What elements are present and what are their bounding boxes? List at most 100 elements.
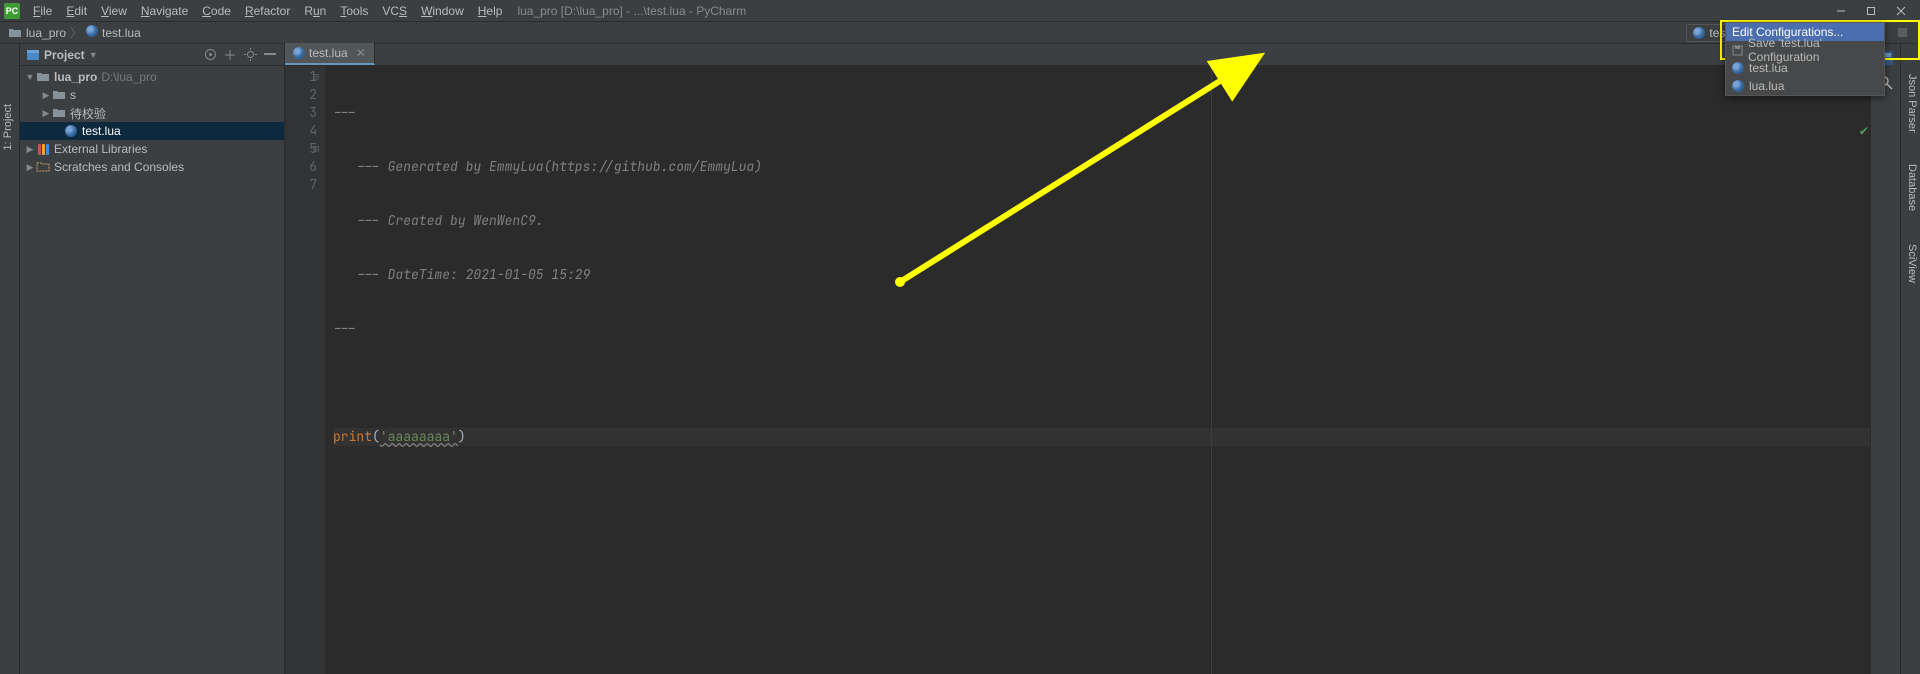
dropdown-config-lualua[interactable]: lua.lua [1726,77,1884,95]
code-area[interactable]: ⊟--- --- Generated by EmmyLua(https://gi… [325,66,1870,674]
tool-window-database[interactable]: Database [1906,164,1918,211]
menu-help[interactable]: Help [471,4,510,18]
close-button[interactable] [1886,0,1916,22]
tree-file-testlua-label: test.lua [82,124,121,138]
line-number: 4 [285,122,317,140]
save-icon [1732,45,1743,56]
chevron-down-icon[interactable]: ▼ [89,50,98,60]
tree-file-testlua[interactable]: test.lua [20,122,284,140]
menu-view[interactable]: View [94,4,134,18]
hide-panel-icon[interactable] [262,47,278,63]
code-text [333,374,1870,392]
project-panel-header: Project ▼ [20,44,284,66]
titlebar: PC File Edit View Navigate Code Refactor… [0,0,1920,22]
menu-tools[interactable]: Tools [333,4,375,18]
app-logo: PC [4,3,20,19]
project-panel-title: Project [44,48,85,62]
editor-area: test.lua ✕ 1 2 3 4 5 6 7 ⊟--- --- Genera… [285,44,1870,674]
line-number: 6 [285,158,317,176]
line-number: 7 [285,176,317,194]
tool-window-project[interactable]: 1: Project [2,104,14,150]
folder-icon [52,107,66,119]
tree-root[interactable]: ▼ lua_pro D:\lua_pro [20,68,284,86]
editor-tabs: test.lua ✕ [285,44,1870,66]
breadcrumb-file[interactable]: test.lua [86,25,141,40]
breadcrumb-project[interactable]: lua_pro [8,26,66,40]
window-title: lua_pro [D:\lua_pro] - ...\test.lua - Py… [517,4,746,18]
scratches-icon [36,161,50,173]
lua-file-icon [64,125,78,137]
tree-ext-lib-label: External Libraries [54,142,147,156]
right-margin [1211,66,1212,674]
chevron-right-icon[interactable]: ▶ [40,90,52,101]
breadcrumb-file-label: test.lua [102,26,141,40]
fold-start-icon[interactable]: ⊟ [313,68,319,86]
project-view-icon [26,49,40,61]
nav-bar: lua_pro 〉 test.lua test.lua ▼ [0,22,1920,44]
tree-scratches[interactable]: ▶ Scratches and Consoles [20,158,284,176]
select-opened-file-icon[interactable] [202,47,218,63]
chevron-right-icon[interactable]: ▶ [24,162,36,173]
settings-icon[interactable] [242,47,258,63]
close-tab-icon[interactable]: ✕ [356,46,366,60]
dropdown-save-configuration[interactable]: Save 'test.lua' Configuration [1726,41,1884,59]
code-text: --- [333,320,356,337]
inspection-ok-icon[interactable]: ✔ [1860,122,1868,140]
tree-external-libraries[interactable]: ▶ External Libraries [20,140,284,158]
tree-folder-pending-label: 待校验 [70,105,106,122]
chevron-down-icon[interactable]: ▼ [24,72,36,82]
dropdown-item-1-label: lua.lua [1749,79,1784,93]
menu-code[interactable]: Code [195,4,238,18]
chevron-right-icon[interactable]: ▶ [24,144,36,155]
stop-button[interactable] [1892,23,1912,43]
code-text: --- [333,104,356,121]
tab-label: test.lua [309,46,348,60]
breadcrumb-sep: 〉 [70,24,82,41]
lua-file-icon [293,47,305,59]
maximize-button[interactable] [1856,0,1886,22]
folder-icon [36,71,50,83]
dropdown-save-label: Save 'test.lua' Configuration [1748,36,1878,64]
breadcrumb-project-label: lua_pro [26,26,66,40]
library-icon [36,144,50,155]
menu-vcs[interactable]: VCS [375,4,414,18]
project-tree[interactable]: ▼ lua_pro D:\lua_pro ▶ s ▶ 待校验 test.lua [20,66,284,674]
left-tool-stripe: 1: Project [0,44,20,674]
folder-icon [8,27,22,39]
tree-folder-pending[interactable]: ▶ 待校验 [20,104,284,122]
lua-file-icon [1732,62,1744,74]
chevron-right-icon[interactable]: ▶ [40,108,52,119]
menu-edit[interactable]: Edit [59,4,94,18]
fold-end-icon[interactable]: ⊟ [313,140,319,158]
tool-window-json[interactable]: Json Parser [1906,74,1918,133]
tree-folder-s[interactable]: ▶ s [20,86,284,104]
code-string: 'aaaaaaaa' [380,428,458,445]
lua-file-icon [1732,80,1744,92]
code-text: --- Generated by EmmyLua(https://github.… [356,158,762,175]
minimize-button[interactable] [1826,0,1856,22]
tab-testlua[interactable]: test.lua ✕ [285,43,375,65]
side-extra [1870,44,1900,674]
folder-icon [52,89,66,101]
lua-file-icon [1693,27,1705,39]
tree-folder-s-label: s [70,88,76,102]
menu-file[interactable]: File [26,4,59,18]
editor-body[interactable]: 1 2 3 4 5 6 7 ⊟--- --- Generated by Emmy… [285,66,1870,674]
code-text: --- Created by WenWenC9. [356,212,543,229]
run-config-dropdown: Edit Configurations... Save 'test.lua' C… [1725,22,1885,96]
tree-root-name: lua_pro [54,70,97,84]
right-tool-stripe: Json Parser Database SciView [1900,44,1920,674]
line-number: 2 [285,86,317,104]
menu-navigate[interactable]: Navigate [134,4,195,18]
dropdown-item-0-label: test.lua [1749,61,1788,75]
expand-all-icon[interactable] [222,47,238,63]
project-stripe-label: 1: Project [2,104,14,150]
tree-scratches-label: Scratches and Consoles [54,160,184,174]
sci-stripe-label: SciView [1906,244,1918,283]
menu-run[interactable]: Run [297,4,333,18]
menu-refactor[interactable]: Refactor [238,4,297,18]
menu-window[interactable]: Window [414,4,471,18]
project-panel: Project ▼ ▼ lua_pro [20,44,285,674]
code-keyword: print [333,428,372,445]
tool-window-sciview[interactable]: SciView [1906,244,1918,283]
